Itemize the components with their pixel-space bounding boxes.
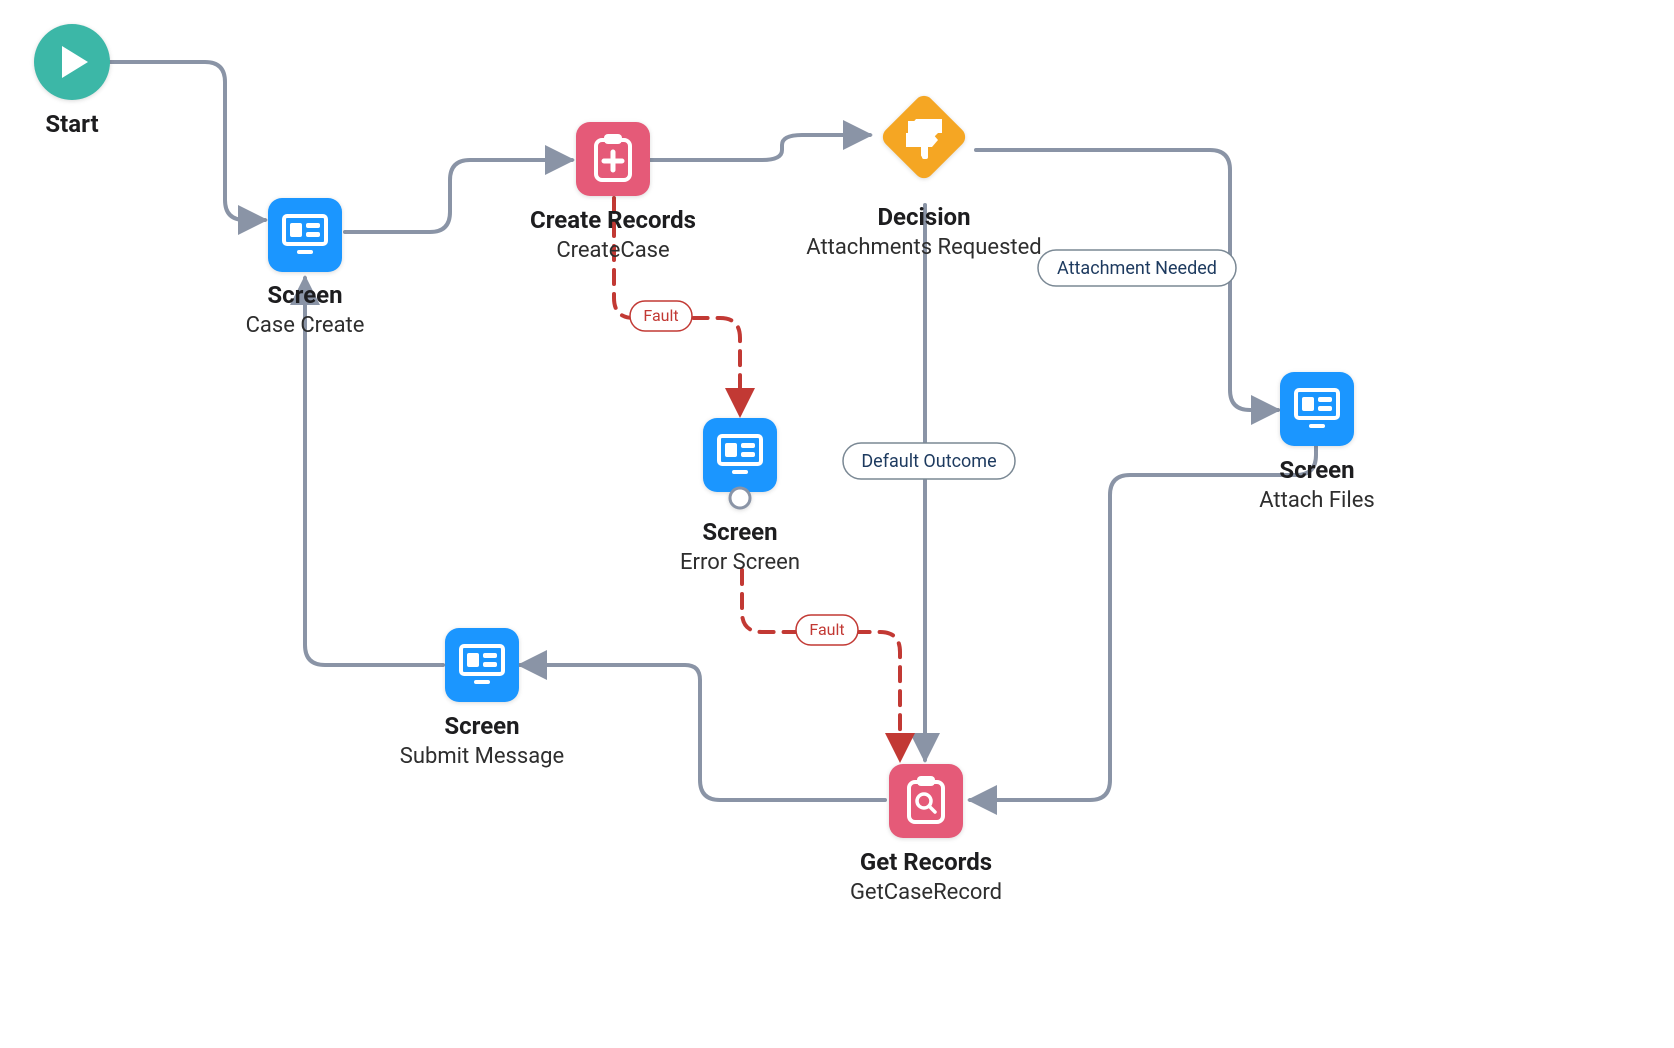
svg-text:Get Records: Get Records: [860, 848, 992, 876]
label-fault-2: Fault: [796, 615, 858, 645]
get-records-node[interactable]: [889, 764, 963, 838]
svg-text:Attachment Needed: Attachment Needed: [1057, 258, 1217, 279]
svg-text:Create Records: Create Records: [530, 206, 696, 234]
create-records-node[interactable]: [576, 122, 650, 196]
svg-text:CreateCase: CreateCase: [556, 238, 669, 263]
screen-error-node[interactable]: [703, 418, 777, 508]
svg-text:Fault: Fault: [643, 306, 678, 325]
svg-text:Attachments Requested: Attachments Requested: [806, 235, 1041, 260]
screen-case-create-node[interactable]: [268, 198, 342, 272]
fault-connector-getrec-to-error: [742, 570, 900, 760]
start-node[interactable]: [34, 24, 110, 100]
svg-text:Fault: Fault: [809, 620, 844, 639]
svg-text:Attach Files: Attach Files: [1259, 488, 1375, 513]
screen-submit-node[interactable]: [445, 628, 519, 702]
screen-attach-files-node[interactable]: [1280, 372, 1354, 446]
label-default-outcome: Default Outcome: [843, 443, 1015, 479]
connector-ring-icon: [730, 488, 750, 508]
svg-text:Case Create: Case Create: [246, 313, 365, 338]
connector-getrec-to-submit: [520, 665, 885, 800]
svg-text:Error Screen: Error Screen: [680, 550, 800, 575]
flow-diagram: Attachment Needed Default Outcome Fault …: [0, 0, 1674, 1048]
svg-text:Decision: Decision: [877, 203, 970, 231]
svg-text:Screen: Screen: [702, 518, 777, 546]
decision-node[interactable]: [879, 92, 970, 183]
svg-text:Screen: Screen: [267, 281, 342, 309]
start-label: Start: [45, 110, 98, 138]
svg-text:Screen: Screen: [444, 712, 519, 740]
connector-start-to-screencreate: [108, 62, 265, 220]
svg-text:Screen: Screen: [1279, 456, 1354, 484]
connector-createrec-to-decision: [650, 135, 870, 160]
svg-text:Submit Message: Submit Message: [400, 744, 564, 769]
label-fault-1: Fault: [630, 301, 692, 331]
svg-text:Default Outcome: Default Outcome: [861, 451, 996, 472]
label-attachment-needed: Attachment Needed: [1038, 250, 1236, 286]
svg-text:GetCaseRecord: GetCaseRecord: [850, 880, 1002, 905]
